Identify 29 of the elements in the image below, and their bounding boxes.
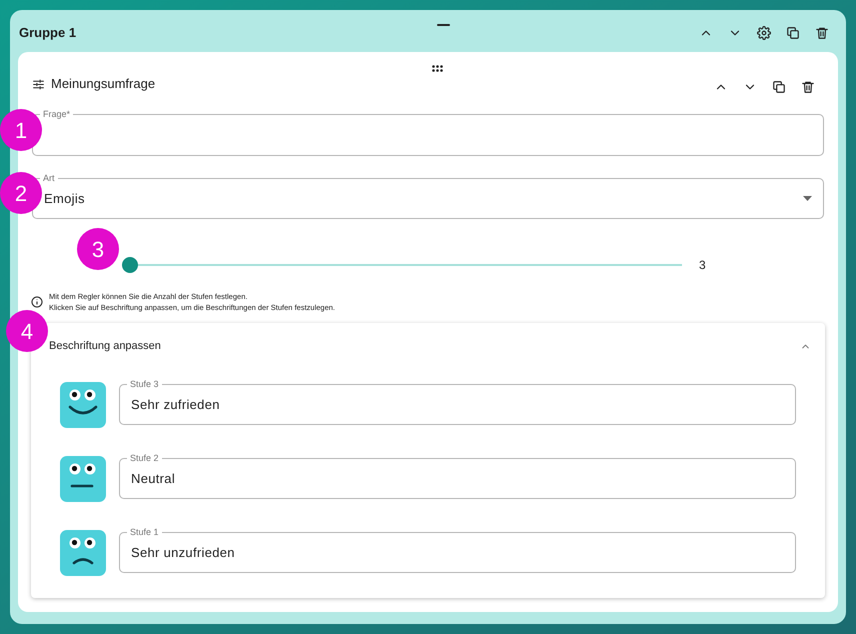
field-label: Stufe 2: [127, 452, 162, 464]
emoji-face-icon: [60, 382, 106, 428]
step-callout-tooltip: 2: [0, 172, 42, 214]
emoji-face-icon: [60, 456, 106, 502]
field-label: Frage*: [40, 108, 74, 120]
step-callout-tooltip: 1: [0, 109, 42, 151]
drag-handle-icon[interactable]: [432, 65, 443, 72]
sliders-icon: [32, 78, 45, 90]
group-title: Gruppe 1: [19, 24, 76, 42]
field-label: Stufe 3: [127, 378, 162, 390]
question-title: Meinungsumfrage: [51, 75, 156, 94]
field-label: Stufe 1: [127, 526, 162, 538]
minimize-icon[interactable]: [437, 24, 450, 26]
field-value: Sehr zufrieden: [131, 396, 220, 414]
emoji-face-icon: [60, 530, 106, 576]
accordion-title[interactable]: Beschriftung anpassen: [49, 338, 161, 354]
delete-icon[interactable]: [815, 26, 829, 40]
slider-value: 3: [699, 257, 706, 274]
field-value: Neutral: [131, 470, 176, 488]
copy-icon[interactable]: [772, 80, 786, 94]
field-value: Emojis: [44, 190, 85, 208]
field-value: Sehr unzufrieden: [131, 544, 235, 562]
copy-icon[interactable]: [786, 26, 800, 40]
delete-icon[interactable]: [801, 80, 815, 94]
settings-icon[interactable]: [757, 26, 771, 40]
field-label: Art: [40, 172, 58, 184]
info-icon: [31, 296, 43, 308]
slider-thumb[interactable]: [122, 257, 138, 273]
dropdown-arrow-icon: [803, 196, 812, 201]
